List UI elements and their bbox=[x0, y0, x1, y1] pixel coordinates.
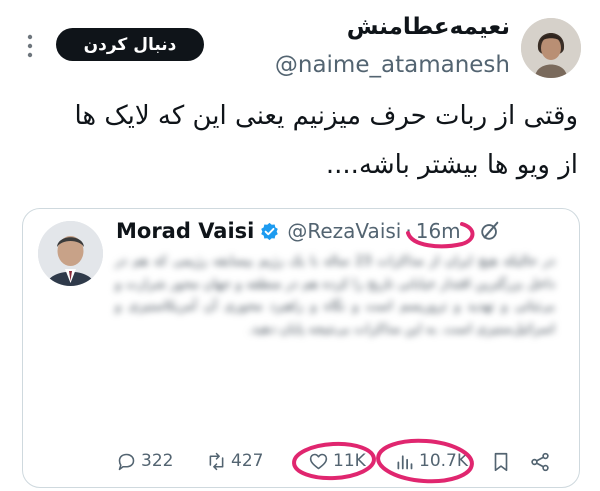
verified-badge-icon bbox=[261, 222, 279, 240]
grok-icon[interactable] bbox=[479, 220, 501, 242]
follow-button[interactable]: دنبال کردن bbox=[56, 28, 204, 61]
tweet-text-line: وقتی از ربات حرف میزنیم یعنی این که لایک… bbox=[74, 101, 578, 131]
reply-count: 322 bbox=[141, 451, 174, 471]
quoted-tweet-card[interactable]: Morad Vaisi @RezaVaisi · 16m در حالیکه ه… bbox=[22, 208, 580, 488]
bookmark-icon[interactable] bbox=[490, 451, 512, 473]
like-count: 11K bbox=[333, 451, 366, 471]
quoted-author-name[interactable]: Morad Vaisi bbox=[116, 219, 254, 243]
views-chart-icon bbox=[397, 454, 413, 469]
quoted-author-handle[interactable]: @RezaVaisi bbox=[287, 219, 401, 243]
reply-icon bbox=[118, 453, 135, 470]
reply-action[interactable]: 322 bbox=[116, 449, 173, 473]
views-count: 10.7K bbox=[419, 451, 468, 471]
share-icon[interactable] bbox=[529, 451, 551, 473]
repost-count: 427 bbox=[231, 451, 264, 471]
repost-action[interactable]: 427 bbox=[206, 449, 263, 473]
author-name[interactable]: نعیمه‌عطامنش bbox=[347, 14, 510, 40]
author-avatar[interactable] bbox=[521, 18, 581, 78]
views-action[interactable]: 10.7K bbox=[394, 449, 468, 473]
quoted-tweet-time[interactable]: 16m bbox=[416, 219, 461, 243]
tweet-text: وقتی از ربات حرف میزنیم یعنی این که لایک… bbox=[18, 92, 578, 190]
more-vertical-icon[interactable] bbox=[27, 34, 33, 58]
quoted-tweet-header: Morad Vaisi @RezaVaisi · 16m bbox=[116, 217, 501, 245]
quoted-tweet-body-blurred: در حالیکه هیچ ایران از مذاکرات 23 ساله ب… bbox=[115, 254, 556, 337]
author-handle[interactable]: @naime_atamanesh bbox=[275, 52, 510, 78]
like-heart-icon bbox=[309, 453, 328, 469]
tweet-text-line: از ویو ها بیشتر باشه.... bbox=[325, 150, 578, 180]
repost-icon bbox=[209, 452, 224, 470]
separator-dot: · bbox=[405, 219, 412, 243]
quoted-author-avatar[interactable] bbox=[38, 221, 103, 286]
like-action[interactable]: 11K bbox=[308, 449, 366, 473]
